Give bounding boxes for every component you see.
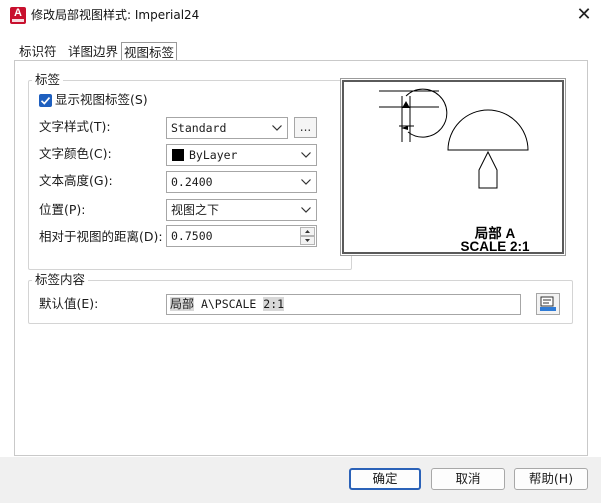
- window-title: 修改局部视图样式: Imperial24: [31, 8, 200, 22]
- label-group-title: 标签: [32, 73, 64, 87]
- show-label-text: 显示视图标签(S): [55, 92, 148, 107]
- preview-canvas: 局部 A SCALE 2:1: [342, 80, 564, 254]
- position-label: 位置(P):: [39, 202, 86, 217]
- text-style-browse-button[interactable]: ...: [294, 117, 317, 138]
- offset-distance-label: 相对于视图的距离(D):: [39, 229, 163, 244]
- close-icon[interactable]: ✕: [572, 4, 596, 26]
- chevron-down-icon: [301, 152, 311, 158]
- default-value-input[interactable]: 局部 A\PSCALE 2:1: [166, 294, 521, 315]
- insert-field-button[interactable]: [536, 293, 560, 315]
- tab-identifier[interactable]: 标识符: [17, 42, 59, 61]
- tab-view-label[interactable]: 视图标签: [121, 42, 178, 61]
- help-button[interactable]: 帮助(H): [514, 468, 588, 490]
- arrow-down-icon: [305, 239, 310, 242]
- checkmark-icon: [40, 97, 51, 105]
- offset-distance-spinner[interactable]: 0.7500: [166, 225, 317, 247]
- tab-detail-boundary[interactable]: 详图边界: [66, 42, 120, 61]
- preview-frame: 局部 A SCALE 2:1: [340, 78, 566, 256]
- ok-button[interactable]: 确定: [349, 468, 421, 490]
- label-content-title: 标签内容: [32, 273, 89, 287]
- title-bar: A 修改局部视图样式: Imperial24 ✕: [0, 0, 601, 32]
- color-swatch: [172, 149, 184, 161]
- preview-label-line2: SCALE 2:1: [460, 239, 530, 254]
- spin-up-button[interactable]: [300, 227, 315, 236]
- text-color-label: 文字颜色(C):: [39, 146, 112, 161]
- text-style-label: 文字样式(T):: [39, 119, 111, 134]
- insert-field-icon: [540, 296, 556, 311]
- text-color-select[interactable]: ByLayer: [166, 144, 317, 166]
- text-style-select[interactable]: Standard: [166, 117, 288, 139]
- chevron-down-icon: [301, 207, 311, 213]
- autocad-app-icon: A: [10, 7, 26, 24]
- chevron-down-icon: [272, 125, 282, 131]
- show-label-checkbox[interactable]: [39, 94, 52, 107]
- arrow-up-icon: [305, 230, 310, 233]
- dialog-footer: [0, 457, 601, 503]
- text-height-label: 文本高度(G):: [39, 173, 113, 188]
- spin-down-button[interactable]: [300, 236, 315, 245]
- text-height-select[interactable]: 0.2400: [166, 171, 317, 193]
- chevron-down-icon: [301, 179, 311, 185]
- default-value-label: 默认值(E):: [39, 296, 99, 311]
- position-select[interactable]: 视图之下: [166, 199, 317, 221]
- cancel-button[interactable]: 取消: [431, 468, 505, 490]
